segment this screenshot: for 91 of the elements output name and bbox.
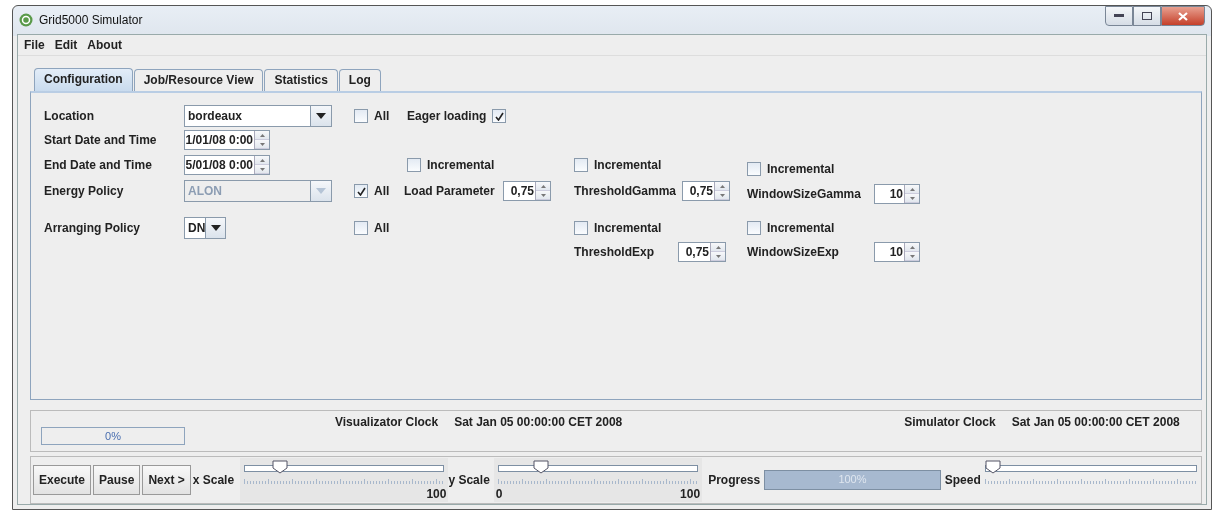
checkbox[interactable]: [354, 221, 368, 235]
checkbox-label: Incremental: [427, 158, 495, 172]
caret-icon: [316, 188, 326, 194]
spin-down-icon[interactable]: [536, 191, 550, 200]
spinner-field[interactable]: 0,75: [503, 181, 551, 201]
close-icon: [1178, 11, 1188, 21]
slider[interactable]: [244, 460, 445, 475]
spin-down-icon[interactable]: [255, 140, 269, 149]
parameter-label: ThresholdExp: [574, 245, 654, 259]
caret-icon: [210, 225, 221, 231]
slider-thumb[interactable]: [271, 460, 288, 474]
parameter-label: ThresholdGamma: [574, 184, 677, 198]
checkbox-label: All: [374, 221, 390, 235]
caret-icon: [316, 113, 326, 119]
checkbox-label: Incremental: [767, 221, 835, 235]
checkbox-label: Incremental: [767, 162, 835, 176]
clock-value: Sat Jan 05 00:00:00 CET 2008: [1011, 415, 1180, 429]
clock-value: Sat Jan 05 00:00:00 CET 2008: [454, 415, 623, 429]
parameter-label: WindowSizeGamma: [747, 187, 861, 201]
spinner-field[interactable]: 10: [874, 242, 920, 262]
checkbox[interactable]: [492, 109, 507, 123]
app-logo-icon: [19, 13, 33, 27]
spin-down-icon[interactable]: [905, 252, 919, 261]
checkbox[interactable]: [747, 162, 761, 176]
checkbox-label: Incremental: [594, 221, 662, 235]
tab[interactable]: Statistics: [264, 69, 338, 91]
close-button[interactable]: [1161, 6, 1205, 26]
maximize-icon: [1142, 12, 1152, 20]
window-title: Grid5000 Simulator: [39, 13, 144, 27]
spin-up-icon[interactable]: [905, 243, 919, 252]
spinner-field[interactable]: 0,75: [682, 181, 731, 201]
tab[interactable]: Configuration: [34, 68, 133, 91]
clock-label: Visualizator Clock: [335, 415, 439, 429]
field-label: End Date and Time: [44, 158, 152, 172]
spin-up-icon[interactable]: [536, 182, 550, 191]
menu-item[interactable]: Edit: [54, 38, 78, 52]
checkbox[interactable]: [354, 109, 368, 123]
minimize-button[interactable]: [1105, 6, 1133, 26]
slider-thumb[interactable]: [532, 460, 549, 474]
progress-label: Progress: [708, 473, 761, 487]
slider[interactable]: [984, 460, 1197, 475]
clock-label: Simulator Clock: [904, 415, 996, 429]
toolbar-button[interactable]: Pause: [93, 465, 141, 495]
dropdown[interactable]: DN: [184, 217, 226, 239]
progress-bar: 0%: [41, 427, 185, 445]
tab[interactable]: Job/Resource View: [133, 69, 264, 91]
spin-down-icon[interactable]: [905, 194, 919, 203]
field-label: Energy Policy: [44, 184, 124, 198]
toolbar-button[interactable]: Execute: [33, 465, 92, 495]
tab[interactable]: Log: [338, 69, 381, 91]
spin-down-icon[interactable]: [255, 165, 269, 174]
spin-down-icon[interactable]: [715, 191, 730, 200]
checkbox-label: Eager loading: [407, 109, 487, 123]
spin-up-icon[interactable]: [905, 185, 919, 194]
slider-label: x Scale: [192, 473, 235, 487]
checkbox[interactable]: [574, 158, 588, 172]
maximize-button[interactable]: [1133, 6, 1161, 26]
checkbox[interactable]: [747, 221, 761, 235]
checkbox-label: All: [374, 109, 390, 123]
spinner-field[interactable]: 1/01/08 0:00: [184, 130, 270, 150]
checkmark-icon: [356, 186, 366, 196]
dropdown[interactable]: bordeaux: [184, 105, 332, 127]
checkbox[interactable]: [574, 221, 588, 235]
slider-label: Speed: [944, 473, 981, 487]
minimize-icon: [1114, 14, 1124, 18]
spin-up-icon[interactable]: [715, 182, 730, 191]
checkmark-icon: [494, 111, 504, 121]
slider-max-label: 100: [680, 487, 701, 501]
checkbox-label: All: [374, 184, 390, 198]
menu-item[interactable]: File: [24, 38, 45, 52]
slider-label: y Scale: [448, 473, 490, 487]
field-label: Arranging Policy: [44, 221, 141, 235]
spin-up-icon[interactable]: [255, 156, 269, 165]
spin-up-icon[interactable]: [711, 243, 725, 252]
slider-max-label: 100: [426, 487, 447, 501]
parameter-label: Load Parameter: [404, 184, 495, 198]
menu-item[interactable]: About: [87, 38, 122, 52]
parameter-label: WindowSizeExp: [747, 245, 839, 259]
slider[interactable]: [497, 460, 699, 475]
spin-down-icon[interactable]: [711, 252, 725, 261]
slider-thumb[interactable]: [984, 460, 1001, 474]
checkbox[interactable]: [407, 158, 421, 172]
spin-up-icon[interactable]: [255, 131, 269, 140]
checkbox-label: Incremental: [594, 158, 662, 172]
spinner-field[interactable]: 10: [874, 184, 920, 204]
toolbar-button[interactable]: Next >: [142, 465, 191, 495]
spinner-field[interactable]: 5/01/08 0:00: [184, 155, 270, 175]
spinner-field[interactable]: 0,75: [678, 242, 726, 262]
slider-min-label: 0: [495, 487, 503, 501]
field-label: Location: [44, 109, 94, 123]
field-label: Start Date and Time: [44, 133, 157, 147]
